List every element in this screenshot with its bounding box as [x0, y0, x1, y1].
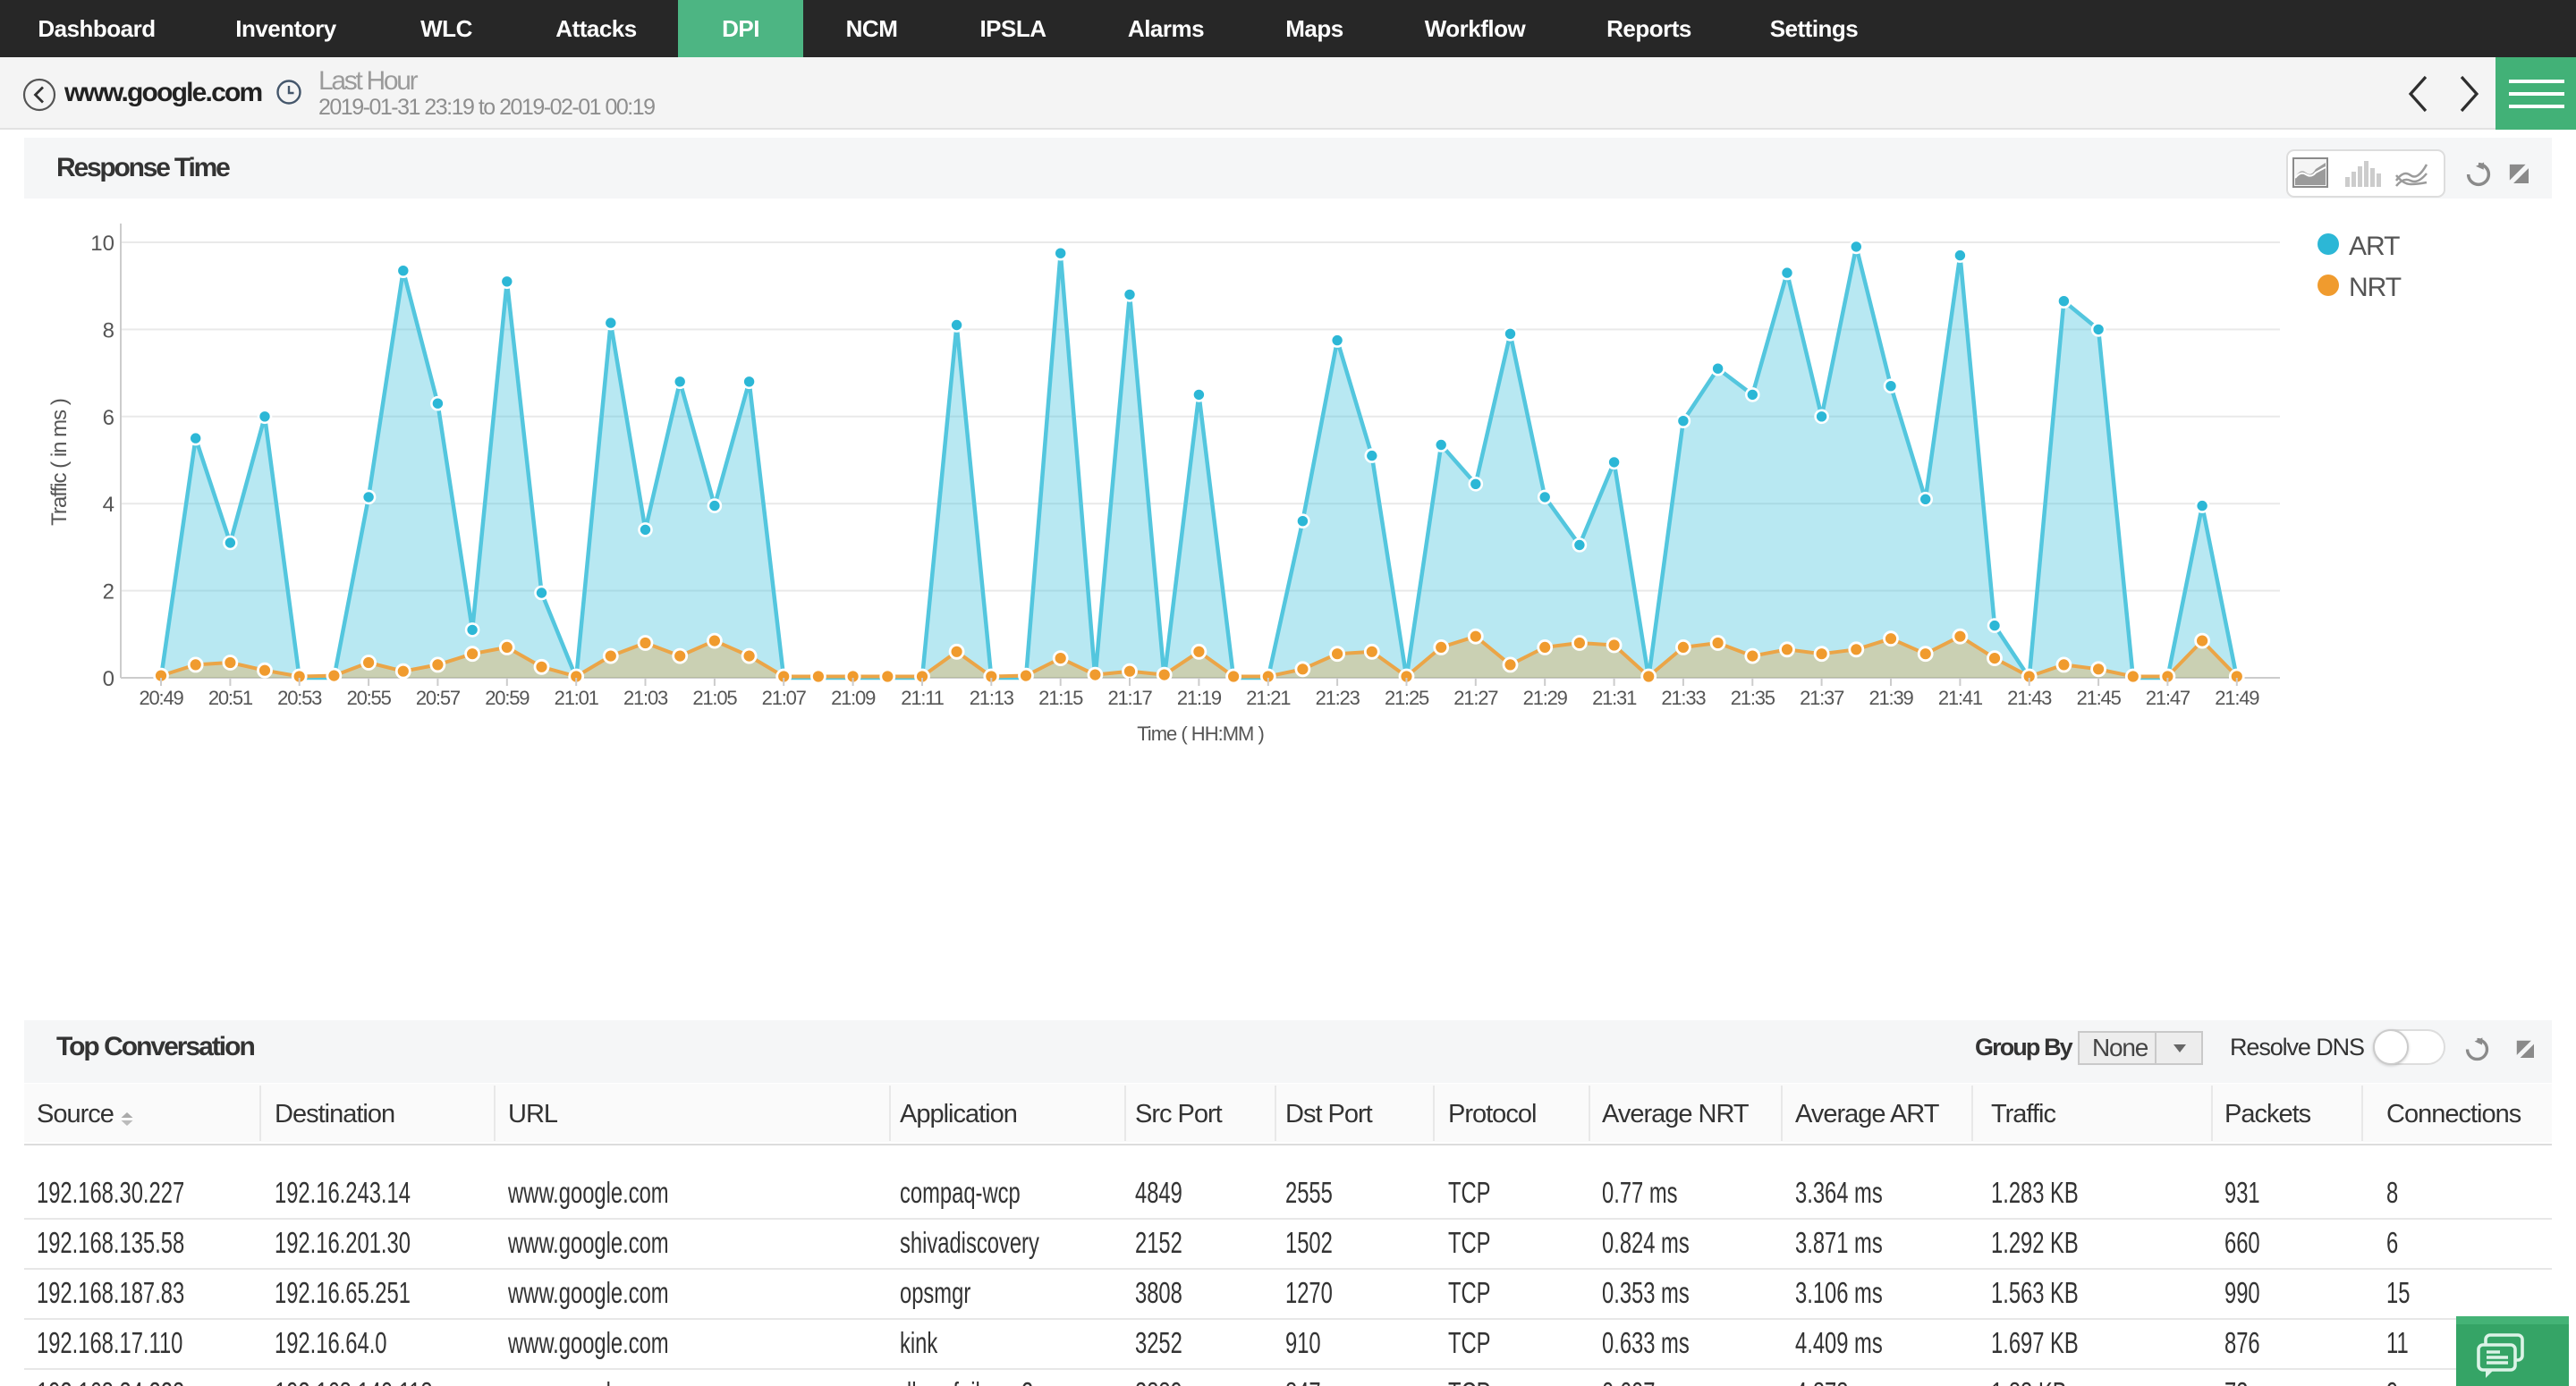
svg-text:21:47: 21:47 [2146, 687, 2190, 709]
svg-text:21:39: 21:39 [1868, 687, 1913, 709]
svg-text:21:23: 21:23 [1316, 687, 1360, 709]
svg-text:21:33: 21:33 [1661, 687, 1706, 709]
svg-text:10: 10 [90, 232, 114, 256]
svg-text:21:31: 21:31 [1592, 687, 1637, 709]
svg-text:21:43: 21:43 [2007, 687, 2052, 709]
svg-text:2: 2 [103, 580, 114, 604]
svg-text:0: 0 [103, 667, 114, 691]
svg-text:21:27: 21:27 [1453, 687, 1498, 709]
svg-text:21:49: 21:49 [2215, 687, 2259, 709]
svg-text:21:03: 21:03 [623, 687, 668, 709]
svg-text:20:59: 20:59 [485, 687, 530, 709]
svg-text:21:13: 21:13 [970, 687, 1014, 709]
svg-text:21:45: 21:45 [2077, 687, 2122, 709]
svg-text:20:51: 20:51 [208, 687, 253, 709]
svg-text:21:21: 21:21 [1246, 687, 1291, 709]
svg-text:21:11: 21:11 [901, 687, 944, 709]
svg-text:21:01: 21:01 [555, 687, 599, 709]
svg-text:Time ( HH:MM ): Time ( HH:MM ) [1137, 723, 1264, 745]
svg-text:21:35: 21:35 [1731, 687, 1775, 709]
svg-text:21:07: 21:07 [762, 687, 807, 709]
svg-text:ART: ART [2349, 232, 2400, 261]
svg-text:21:09: 21:09 [831, 687, 876, 709]
svg-text:21:29: 21:29 [1523, 687, 1568, 709]
svg-text:21:15: 21:15 [1038, 687, 1083, 709]
svg-text:21:17: 21:17 [1107, 687, 1152, 709]
svg-text:8: 8 [103, 318, 114, 342]
svg-text:20:57: 20:57 [416, 687, 461, 709]
svg-text:21:41: 21:41 [1938, 687, 1983, 709]
svg-text:Traffic ( in ms ): Traffic ( in ms ) [47, 399, 72, 526]
svg-text:21:05: 21:05 [692, 687, 737, 709]
svg-text:20:49: 20:49 [139, 687, 183, 709]
svg-text:4: 4 [103, 493, 114, 517]
svg-text:21:19: 21:19 [1177, 687, 1222, 709]
svg-text:6: 6 [103, 406, 114, 430]
svg-text:20:53: 20:53 [277, 687, 322, 709]
svg-text:NRT: NRT [2349, 273, 2402, 302]
svg-text:20:55: 20:55 [347, 687, 392, 709]
svg-text:21:25: 21:25 [1385, 687, 1429, 709]
svg-text:21:37: 21:37 [1800, 687, 1844, 709]
